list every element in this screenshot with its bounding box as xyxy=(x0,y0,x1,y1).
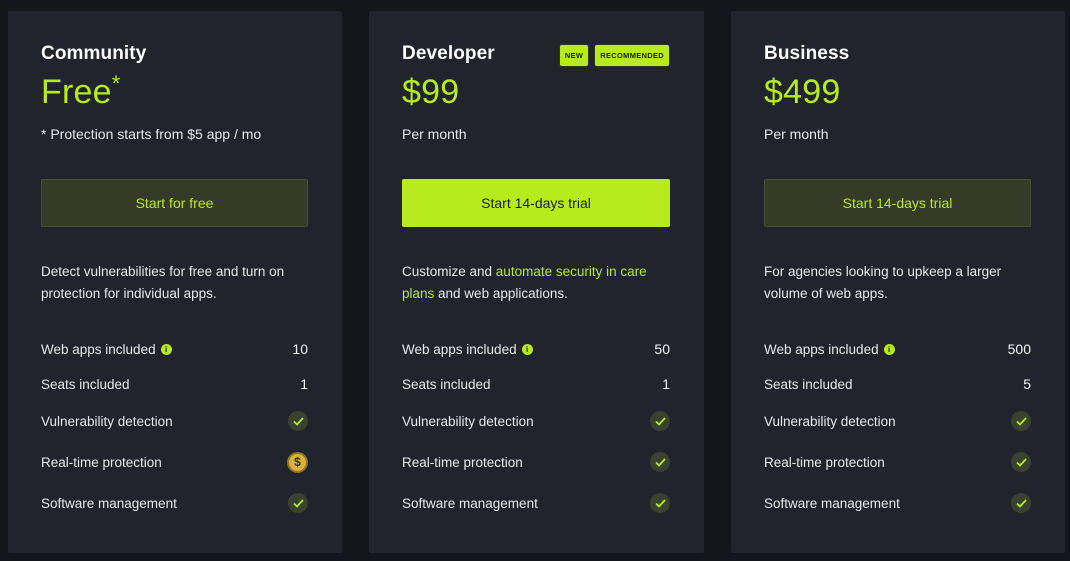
feature-label: Vulnerability detection xyxy=(764,413,896,429)
feature-row: Real-time protection xyxy=(402,450,670,474)
feature-value: 50 xyxy=(654,341,670,357)
plan-price: $499 xyxy=(764,73,841,111)
check-icon xyxy=(1011,493,1031,513)
start-for-free-button[interactable]: Start for free xyxy=(41,179,308,227)
plan-price: Free* xyxy=(41,71,121,111)
feature-label: Real-time protection xyxy=(402,454,523,470)
feature-value: 500 xyxy=(1007,341,1031,357)
check-icon xyxy=(650,452,670,472)
start-trial-button[interactable]: Start 14-days trial xyxy=(402,179,670,227)
feature-row: Real-time protection xyxy=(764,450,1031,474)
price-note: * Protection starts from $5 app / mo xyxy=(41,126,262,142)
dollar-icon: $ xyxy=(287,451,308,473)
feature-label: Software management xyxy=(764,495,900,511)
feature-row: Web apps included i 50 xyxy=(402,337,670,361)
feature-label: Vulnerability detection xyxy=(41,413,173,429)
feature-value: 1 xyxy=(300,376,308,392)
plan-card-community: Community Free* * Protection starts from… xyxy=(8,11,342,553)
feature-row: Vulnerability detection xyxy=(41,409,308,433)
plan-description: Customize and automate security in care … xyxy=(402,264,647,301)
feature-row: Real-time protection $ xyxy=(41,450,308,474)
check-icon xyxy=(288,411,308,431)
price-note: Per month xyxy=(402,126,467,142)
badges: NEW RECOMMENDED xyxy=(558,44,670,67)
plan-description: Detect vulnerabilities for free and turn… xyxy=(41,264,285,301)
check-icon xyxy=(650,493,670,513)
feature-label: Vulnerability detection xyxy=(402,413,534,429)
feature-value: 10 xyxy=(292,341,308,357)
info-icon[interactable]: i xyxy=(521,343,533,355)
check-icon xyxy=(288,493,308,513)
plan-name: Business xyxy=(764,43,850,64)
feature-label: Real-time protection xyxy=(764,454,885,470)
feature-label: Seats included xyxy=(402,376,491,392)
feature-row: Seats included 5 xyxy=(764,372,1031,396)
plan-price: $99 xyxy=(402,73,460,111)
check-icon xyxy=(1011,452,1031,472)
feature-row: Software management xyxy=(41,491,308,515)
feature-row: Vulnerability detection xyxy=(764,409,1031,433)
feature-row: Web apps included i 500 xyxy=(764,337,1031,361)
feature-label: Seats included xyxy=(764,376,853,392)
check-icon xyxy=(1011,411,1031,431)
feature-row: Software management xyxy=(764,491,1031,515)
plan-description: For agencies looking to upkeep a larger … xyxy=(764,264,1002,301)
feature-label: Seats included xyxy=(41,376,130,392)
plan-name: Developer xyxy=(402,43,495,64)
plan-card-developer: Developer NEW RECOMMENDED $99 Per month … xyxy=(369,11,704,553)
info-icon[interactable]: i xyxy=(883,343,895,355)
plan-name: Community xyxy=(41,43,147,64)
recommended-badge: RECOMMENDED xyxy=(594,44,670,67)
feature-row: Vulnerability detection xyxy=(402,409,670,433)
feature-value: 1 xyxy=(662,376,670,392)
pricing-grid: Community Free* * Protection starts from… xyxy=(0,0,1070,561)
feature-row: Software management xyxy=(402,491,670,515)
feature-row: Seats included 1 xyxy=(41,372,308,396)
info-icon[interactable]: i xyxy=(160,343,172,355)
price-note: Per month xyxy=(764,126,829,142)
start-trial-button[interactable]: Start 14-days trial xyxy=(764,179,1031,227)
feature-label: Web apps included xyxy=(41,341,156,357)
feature-row: Seats included 1 xyxy=(402,372,670,396)
feature-label: Web apps included xyxy=(402,341,517,357)
feature-label: Software management xyxy=(402,495,538,511)
feature-label: Software management xyxy=(41,495,177,511)
feature-value: 5 xyxy=(1023,376,1031,392)
plan-card-business: Business $499 Per month Start 14-days tr… xyxy=(731,11,1065,553)
feature-row: Web apps included i 10 xyxy=(41,337,308,361)
new-badge: NEW xyxy=(558,44,590,67)
check-icon xyxy=(650,411,670,431)
feature-label: Web apps included xyxy=(764,341,879,357)
feature-label: Real-time protection xyxy=(41,454,162,470)
